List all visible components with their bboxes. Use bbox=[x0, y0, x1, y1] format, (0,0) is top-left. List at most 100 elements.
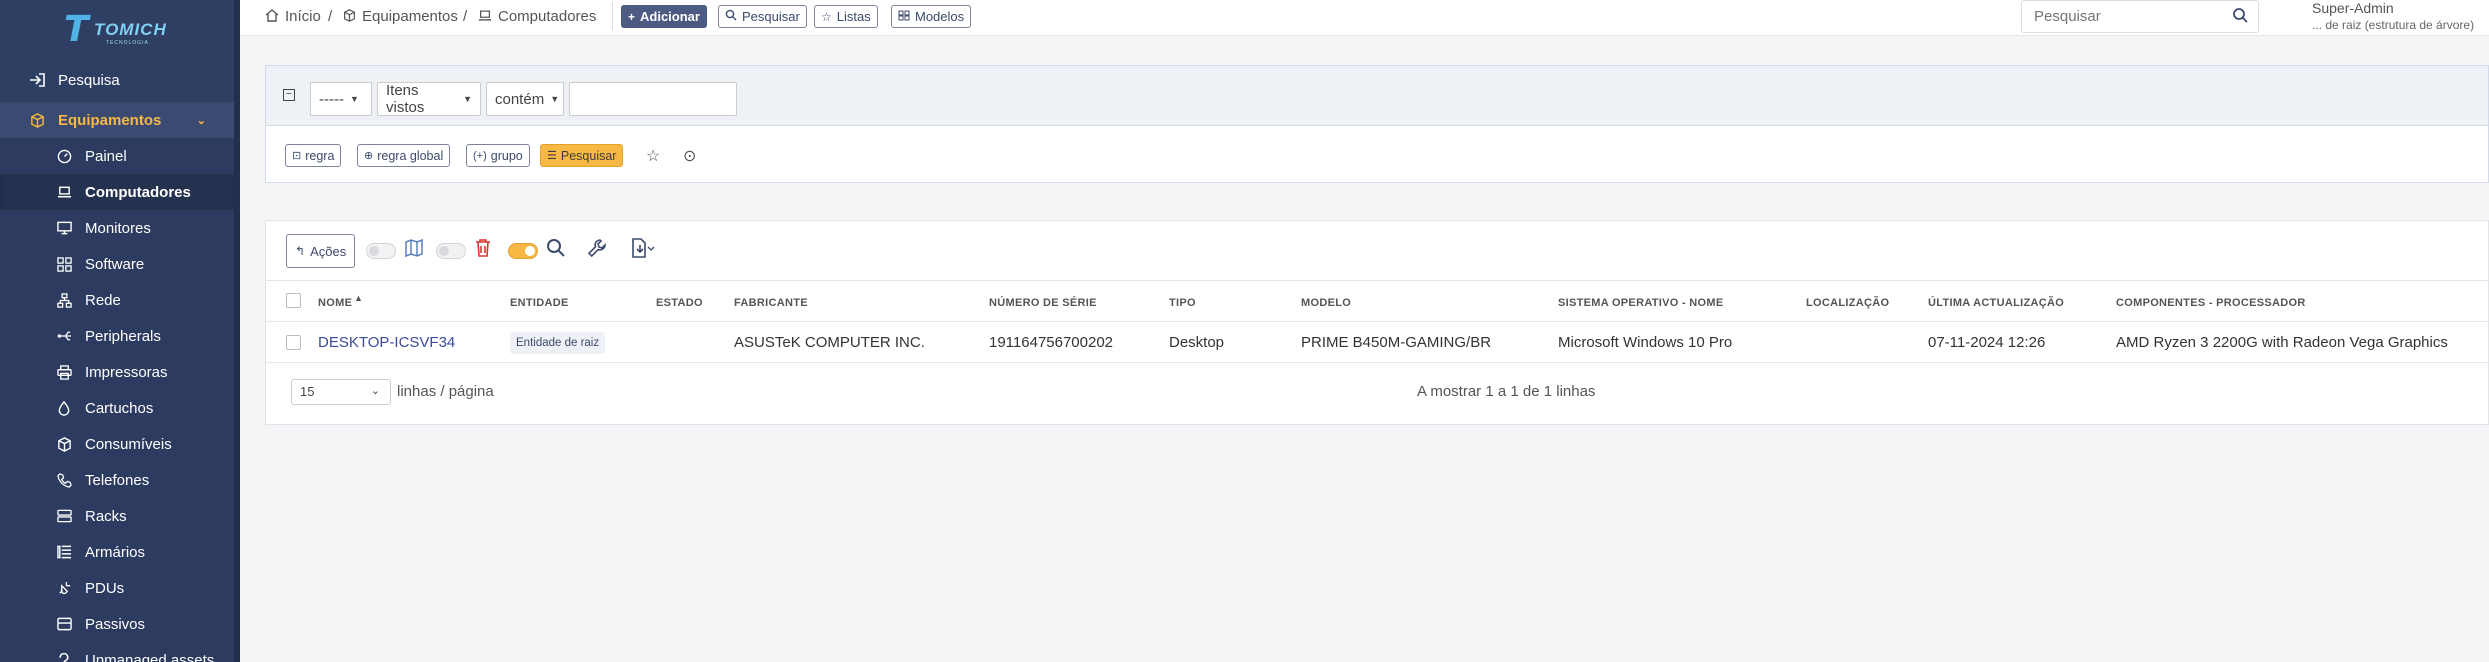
per-page-label: linhas / página bbox=[397, 383, 494, 400]
column-header[interactable]: ESTADO bbox=[656, 297, 703, 309]
sidebar-item-pdus[interactable]: PDUs bbox=[0, 570, 234, 606]
criteria-operator-select[interactable]: contém ▼ bbox=[486, 82, 564, 116]
column-header[interactable]: TIPO bbox=[1169, 297, 1196, 309]
user-menu[interactable]: Super-Admin ... de raiz (estrutura de ár… bbox=[2312, 0, 2474, 32]
search-criteria-panel: − ----- ▼ Itens vistos ▼ contém ▼ ⊡ regra ⊕… bbox=[265, 65, 2489, 183]
column-header[interactable]: SISTEMA OPERATIVO - NOME bbox=[1558, 297, 1724, 309]
brackets-icon: (+) bbox=[473, 149, 487, 162]
search-icon[interactable] bbox=[546, 238, 566, 263]
column-header[interactable]: ENTIDADE bbox=[510, 297, 569, 309]
lists-button[interactable]: ☆ Listas bbox=[814, 5, 878, 28]
return-icon: ↰ bbox=[295, 244, 306, 258]
template-icon bbox=[898, 10, 910, 24]
computer-name-link[interactable]: DESKTOP-ICSVF34 bbox=[318, 334, 455, 351]
sidebar-item-pesquisa[interactable]: Pesquisa bbox=[0, 62, 234, 98]
sidebar-section-equipamentos[interactable]: Equipamentos ⌄ bbox=[0, 102, 234, 138]
actions-button-label: Ações bbox=[310, 243, 347, 259]
sidebar-item-monitores[interactable]: Monitores bbox=[0, 210, 234, 246]
home-icon bbox=[265, 8, 279, 25]
sidebar-item-impressoras[interactable]: Impressoras bbox=[0, 354, 234, 390]
map-toggle[interactable] bbox=[366, 243, 396, 259]
sidebar-item-passivos[interactable]: Passivos bbox=[0, 606, 234, 642]
sidebar-item-software[interactable]: Software bbox=[0, 246, 234, 282]
search-icon[interactable] bbox=[2232, 7, 2248, 28]
map-icon[interactable] bbox=[404, 238, 424, 263]
cartridge-icon bbox=[55, 399, 73, 417]
column-header[interactable]: NOME bbox=[318, 297, 352, 309]
type-cell: Desktop bbox=[1169, 334, 1225, 351]
column-header[interactable]: NÚMERO DE SÉRIE bbox=[989, 297, 1097, 309]
sidebar-item-peripherals[interactable]: Peripherals bbox=[0, 318, 234, 354]
add-rule-button[interactable]: ⊡ regra bbox=[285, 144, 342, 167]
trash-toggle[interactable] bbox=[436, 243, 466, 259]
add-group-button[interactable]: (+) grupo bbox=[466, 144, 530, 167]
logo[interactable]: T TOMICH TECNOLOGIA bbox=[64, 10, 174, 50]
sidebar-item-label: Cartuchos bbox=[85, 399, 154, 417]
criteria-scope-select[interactable]: Itens vistos ▼ bbox=[377, 82, 481, 116]
breadcrumb-computadores[interactable]: Computadores bbox=[478, 8, 596, 25]
column-header[interactable]: FABRICANTE bbox=[734, 297, 808, 309]
sidebar-nav: Pesquisa Equipamentos ⌄ Painel Computador… bbox=[0, 62, 234, 662]
collapse-icon[interactable]: − bbox=[283, 89, 295, 101]
caret-down-icon: ▼ bbox=[349, 94, 359, 104]
sidebar-item-painel[interactable]: Painel bbox=[0, 138, 234, 174]
add-global-rule-button[interactable]: ⊕ regra global bbox=[357, 144, 451, 167]
column-header[interactable]: COMPONENTES - PROCESSADOR bbox=[2116, 297, 2306, 309]
add-button[interactable]: + Adicionar bbox=[621, 5, 707, 28]
per-page-select[interactable]: 15 ⌄ bbox=[291, 379, 391, 405]
breadcrumb-separator: / bbox=[463, 8, 468, 25]
plus-icon: + bbox=[628, 9, 636, 24]
criteria-field-select[interactable]: ----- ▼ bbox=[310, 82, 372, 116]
star-icon[interactable]: ☆ bbox=[646, 146, 660, 166]
column-header[interactable]: LOCALIZAÇÃO bbox=[1806, 297, 1889, 309]
sign-in-icon bbox=[28, 71, 46, 89]
search-button[interactable]: Pesquisar bbox=[718, 5, 807, 28]
column-header[interactable]: MODELO bbox=[1301, 297, 1351, 309]
criteria-search-button[interactable]: ☰ Pesquisar bbox=[540, 144, 624, 167]
export-icon[interactable] bbox=[630, 238, 656, 263]
cube-icon bbox=[343, 8, 356, 25]
sidebar-item-cartuchos[interactable]: Cartuchos bbox=[0, 390, 234, 426]
sidebar-item-racks[interactable]: Racks bbox=[0, 498, 234, 534]
peripherals-icon bbox=[55, 327, 73, 345]
sidebar-item-arm-rios[interactable]: Armários bbox=[0, 534, 234, 570]
search-toggle[interactable] bbox=[508, 243, 538, 259]
caret-down-icon: ▼ bbox=[550, 94, 560, 104]
criteria-value-input[interactable] bbox=[569, 82, 737, 116]
add-rule-label: regra bbox=[305, 148, 335, 163]
plug-icon bbox=[55, 579, 73, 597]
column-header[interactable]: ÚLTIMA ACTUALIZAÇÃO bbox=[1928, 297, 2064, 309]
entity-badge[interactable]: Entidade de raiz bbox=[510, 332, 606, 354]
breadcrumb-home[interactable]: Início bbox=[265, 8, 321, 25]
sidebar-scrollbar[interactable] bbox=[234, 0, 240, 662]
models-button[interactable]: Modelos bbox=[891, 5, 972, 28]
logo-name: TOMICH bbox=[94, 20, 167, 39]
wrench-icon[interactable] bbox=[587, 238, 607, 263]
sidebar-item-rede[interactable]: Rede bbox=[0, 282, 234, 318]
model-cell: PRIME B450M-GAMING/BR bbox=[1301, 334, 1492, 351]
trash-icon[interactable] bbox=[474, 238, 492, 263]
logo-mark: T bbox=[64, 9, 89, 50]
search-button-label: Pesquisar bbox=[742, 9, 800, 24]
question-icon bbox=[55, 651, 73, 662]
sidebar-item-label: PDUs bbox=[85, 579, 125, 597]
pagination-info: A mostrar 1 a 1 de 1 linhas bbox=[1417, 383, 1596, 400]
software-icon bbox=[55, 255, 73, 273]
sidebar-item-label: Armários bbox=[85, 543, 146, 561]
sidebar-item-telefones[interactable]: Telefones bbox=[0, 462, 234, 498]
sidebar-item-unmanaged-assets[interactable]: Unmanaged assets bbox=[0, 642, 234, 662]
add-group-label: grupo bbox=[490, 148, 523, 163]
sidebar-item-computadores[interactable]: Computadores bbox=[0, 174, 234, 210]
criteria-operator-value: contém bbox=[495, 90, 545, 108]
global-search-input[interactable] bbox=[2022, 1, 2222, 32]
sidebar-item-label: Consumíveis bbox=[85, 435, 172, 453]
actions-button[interactable]: ↰ Ações bbox=[286, 234, 356, 268]
reset-icon[interactable]: ⊙ bbox=[683, 146, 696, 166]
passive-icon bbox=[55, 615, 73, 633]
sidebar-item-consum-veis[interactable]: Consumíveis bbox=[0, 426, 234, 462]
select-all-checkbox[interactable] bbox=[286, 293, 301, 308]
row-checkbox[interactable] bbox=[286, 335, 301, 350]
user-entity: ... de raiz (estrutura de árvore) bbox=[2312, 18, 2475, 32]
breadcrumb-equipamentos[interactable]: Equipamentos bbox=[343, 8, 458, 25]
add-button-label: Adicionar bbox=[640, 9, 700, 24]
